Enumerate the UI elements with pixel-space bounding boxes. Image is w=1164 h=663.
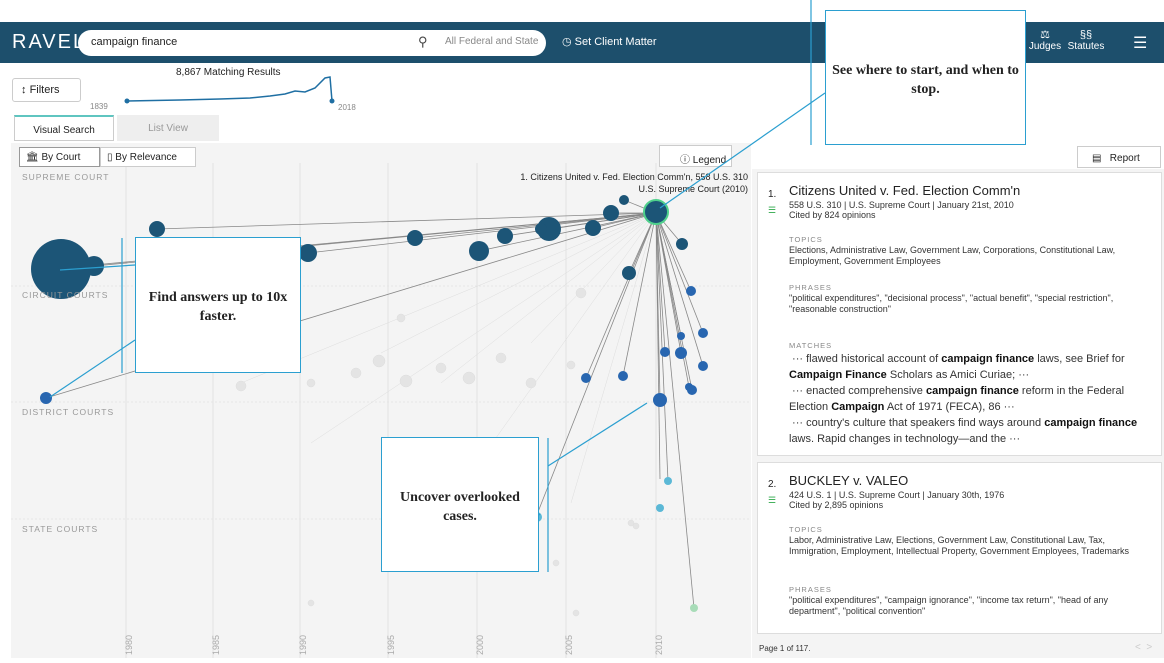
callout-start: See where to start, and when to stop. <box>825 10 1026 145</box>
callout-overlooked: Uncover overlooked cases. <box>381 437 539 572</box>
callout-faster: Find answers up to 10x faster. <box>135 237 301 373</box>
